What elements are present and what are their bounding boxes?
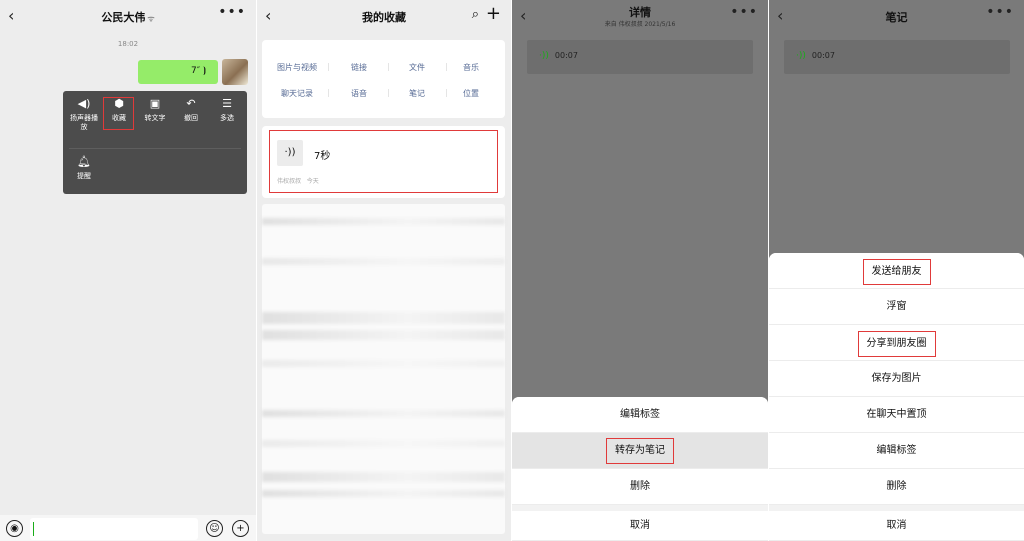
blurred-row [262,330,505,340]
action-floating-window[interactable]: 浮窗 [769,289,1024,325]
action-edit-tags[interactable]: 编辑标签 [769,433,1024,469]
note-header: ‹ 笔记 ••• [769,0,1024,32]
more-icon[interactable]: ••• [986,4,1014,20]
category-links[interactable]: 链接 [334,62,384,73]
category-chat-history[interactable]: 聊天记录 [272,88,322,99]
menu-item-to-text[interactable]: ▣ 转文字 [138,97,172,123]
action-delete[interactable]: 删除 [769,469,1024,505]
favorites-panel: ‹ 我的收藏 ⌕ + 图片与视频 链接 文件 音乐 聊天记录 语音 笔记 位置 … [257,0,511,541]
divider [328,63,329,71]
category-music[interactable]: 音乐 [446,62,496,73]
text-cursor [33,522,34,536]
menu-item-recall[interactable]: ↶ 撤回 [174,97,208,123]
note-panel: ‹ 笔记 ••• ·)) 00:07 发送给朋友 浮窗 分享到朋友圈 保存为图片 … [769,0,1024,541]
category-notes[interactable]: 笔记 [392,88,442,99]
category-files[interactable]: 文件 [392,62,442,73]
blurred-row [262,360,505,367]
category-grid: 图片与视频 链接 文件 音乐 聊天记录 语音 笔记 位置 [262,40,505,118]
message-timestamp: 18:02 [117,40,139,48]
favorites-header: ‹ 我的收藏 ⌕ + [257,0,511,32]
voice-player[interactable]: ·)) 00:07 [527,40,753,74]
menu-divider [69,148,241,149]
chat-panel: ‹ 公民大伟 ᯤ ••• 18:02 7″ ⦘ ◀) 扬声器播放 ⬢ 收藏 ▣ 转文字 … [0,0,256,541]
action-cancel[interactable]: 取消 [769,511,1024,541]
avatar[interactable] [222,59,248,85]
voice-duration: 00:07 [554,51,578,60]
category-location[interactable]: 位置 [446,88,496,99]
menu-item-speaker[interactable]: ◀) 扬声器播放 [67,97,101,132]
voice-toggle-icon[interactable]: ◉ [6,520,23,537]
more-icon[interactable]: ••• [218,4,246,20]
divider [388,63,389,71]
wifi-icon: ᯤ [147,14,155,23]
blurred-row [262,218,505,225]
voice-wave-icon: ·)) [796,51,806,61]
chat-title: 公民大伟 [101,11,146,24]
chat-header: ‹ 公民大伟 ᯤ ••• [0,0,256,32]
detail-header: ‹ 详情 来自 伟权叔叔 2021/5/16 ••• [512,0,768,32]
action-send-to-friend[interactable]: 发送给朋友 [769,253,1024,289]
action-save-as-image[interactable]: 保存为图片 [769,361,1024,397]
message-context-menu: ◀) 扬声器播放 ⬢ 收藏 ▣ 转文字 ↶ 撤回 ☰ 多选 🔔︎ 提醒 [63,91,247,194]
add-icon[interactable]: + [486,3,501,24]
favorite-highlight [103,97,134,130]
blurred-row [262,472,505,482]
bell-icon: 🔔︎ [77,155,91,168]
voice-player[interactable]: ·)) 00:07 [784,40,1010,74]
voice-wave-icon: ·)) [539,51,549,61]
action-save-as-note[interactable]: 转存为笔记 [512,433,768,469]
plus-icon[interactable]: + [232,520,249,537]
action-pin-in-chat[interactable]: 在聊天中置顶 [769,397,1024,433]
category-photos-videos[interactable]: 图片与视频 [272,62,322,73]
blurred-row [262,490,505,497]
detail-subtitle: 来自 伟权叔叔 2021/5/16 [604,21,676,28]
blurred-row [262,440,505,447]
blurred-row [262,312,505,324]
more-icon[interactable]: ••• [730,4,758,20]
screenshot-collage: ‹ 公民大伟 ᯤ ••• 18:02 7″ ⦘ ◀) 扬声器播放 ⬢ 收藏 ▣ 转文字 … [0,0,1024,541]
divider [328,89,329,97]
blurred-row [262,410,505,417]
voice-duration: 00:07 [811,51,835,60]
search-icon[interactable]: ⌕ [472,7,479,22]
detail-panel: ‹ 详情 来自 伟权叔叔 2021/5/16 ••• ·)) 00:07 编辑标签… [512,0,768,541]
message-input[interactable] [30,518,198,540]
blurred-list [262,204,505,534]
action-delete[interactable]: 删除 [512,469,768,505]
action-sheet: 编辑标签 转存为笔记 删除 取消 [512,397,768,541]
item-highlight [269,130,498,193]
action-sheet: 发送给朋友 浮窗 分享到朋友圈 保存为图片 在聊天中置顶 编辑标签 删除 取消 [769,253,1024,541]
divider [388,89,389,97]
chat-input-bar: ◉ ☺ + [0,515,256,541]
menu-item-multiselect[interactable]: ☰ 多选 [210,97,244,123]
emoji-icon[interactable]: ☺ [206,520,223,537]
undo-icon: ↶ [186,97,196,110]
action-edit-tags[interactable]: 编辑标签 [512,397,768,433]
category-voice[interactable]: 语音 [334,88,384,99]
action-share-to-moments[interactable]: 分享到朋友圈 [769,325,1024,361]
menu-item-remind[interactable]: 🔔︎ 提醒 [67,155,101,181]
action-cancel[interactable]: 取消 [512,511,768,541]
blurred-row [262,258,505,265]
multiselect-icon: ☰ [222,97,232,110]
speaker-icon: ◀) [77,97,91,110]
text-icon: ▣ [149,97,161,110]
voice-message-bubble[interactable]: 7″ ⦘ [138,60,218,84]
